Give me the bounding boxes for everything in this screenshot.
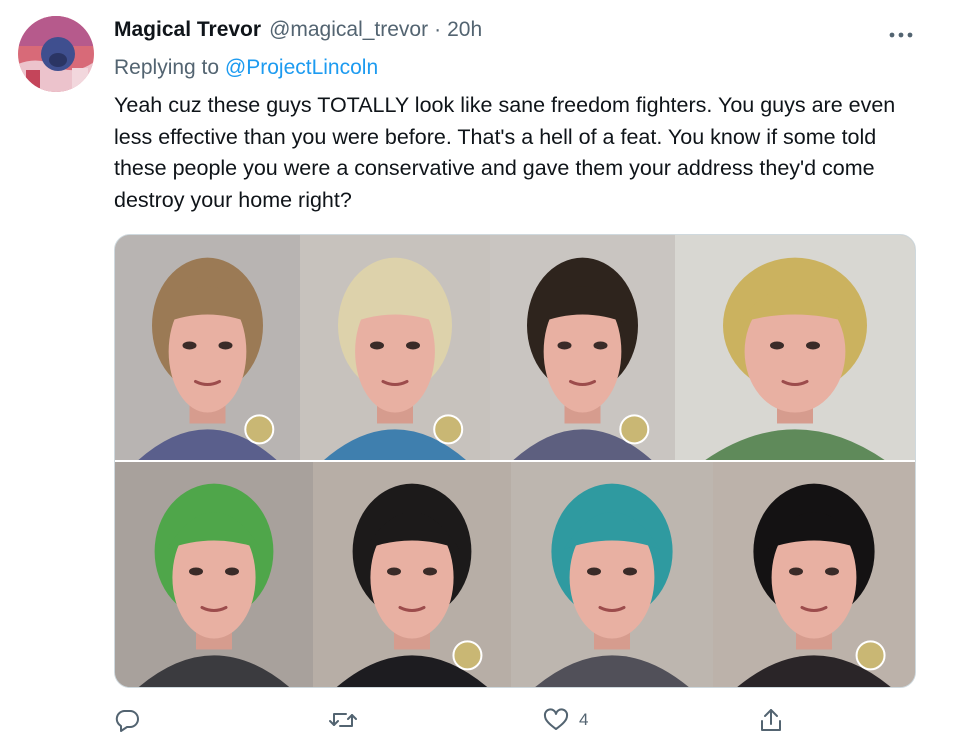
replying-to-handle[interactable]: @ProjectLincoln bbox=[225, 56, 378, 79]
photo-8 bbox=[713, 461, 915, 687]
reply-icon bbox=[115, 710, 139, 732]
photo-2 bbox=[300, 235, 490, 461]
photo-5 bbox=[115, 461, 313, 687]
share-button[interactable] bbox=[759, 702, 783, 738]
replying-to: Replying to @ProjectLincoln bbox=[114, 56, 378, 80]
retweet-icon bbox=[329, 713, 357, 727]
tweet: Magical Trevor @magical_trevor · 20h Rep… bbox=[0, 0, 980, 750]
more-options-button[interactable] bbox=[880, 20, 922, 50]
share-icon bbox=[761, 709, 781, 731]
like-count: 4 bbox=[579, 710, 589, 729]
photo-1 bbox=[115, 235, 300, 461]
retweet-button[interactable] bbox=[329, 702, 367, 738]
photo-3 bbox=[490, 235, 675, 461]
replying-to-prefix: Replying to bbox=[114, 56, 220, 79]
user-handle[interactable]: @magical_trevor bbox=[269, 18, 428, 42]
heart-icon bbox=[543, 708, 569, 730]
tweet-actions: 4 bbox=[114, 702, 914, 738]
photo-7 bbox=[511, 461, 713, 687]
separator-dot: · bbox=[434, 18, 442, 41]
mugshot-collage bbox=[115, 235, 915, 687]
more-icon bbox=[889, 32, 913, 38]
reply-button[interactable] bbox=[114, 702, 150, 738]
media-grid[interactable] bbox=[114, 234, 916, 688]
photo-6 bbox=[313, 461, 511, 687]
avatar-image bbox=[18, 16, 94, 92]
timestamp[interactable]: 20h bbox=[447, 18, 482, 42]
like-button[interactable]: 4 bbox=[543, 702, 588, 738]
tweet-header: Magical Trevor @magical_trevor · 20h bbox=[114, 18, 482, 50]
tweet-text: Yeah cuz these guys TOTALLY look like sa… bbox=[114, 93, 896, 212]
photo-4 bbox=[675, 235, 915, 461]
avatar[interactable] bbox=[18, 16, 94, 92]
display-name[interactable]: Magical Trevor bbox=[114, 18, 261, 42]
